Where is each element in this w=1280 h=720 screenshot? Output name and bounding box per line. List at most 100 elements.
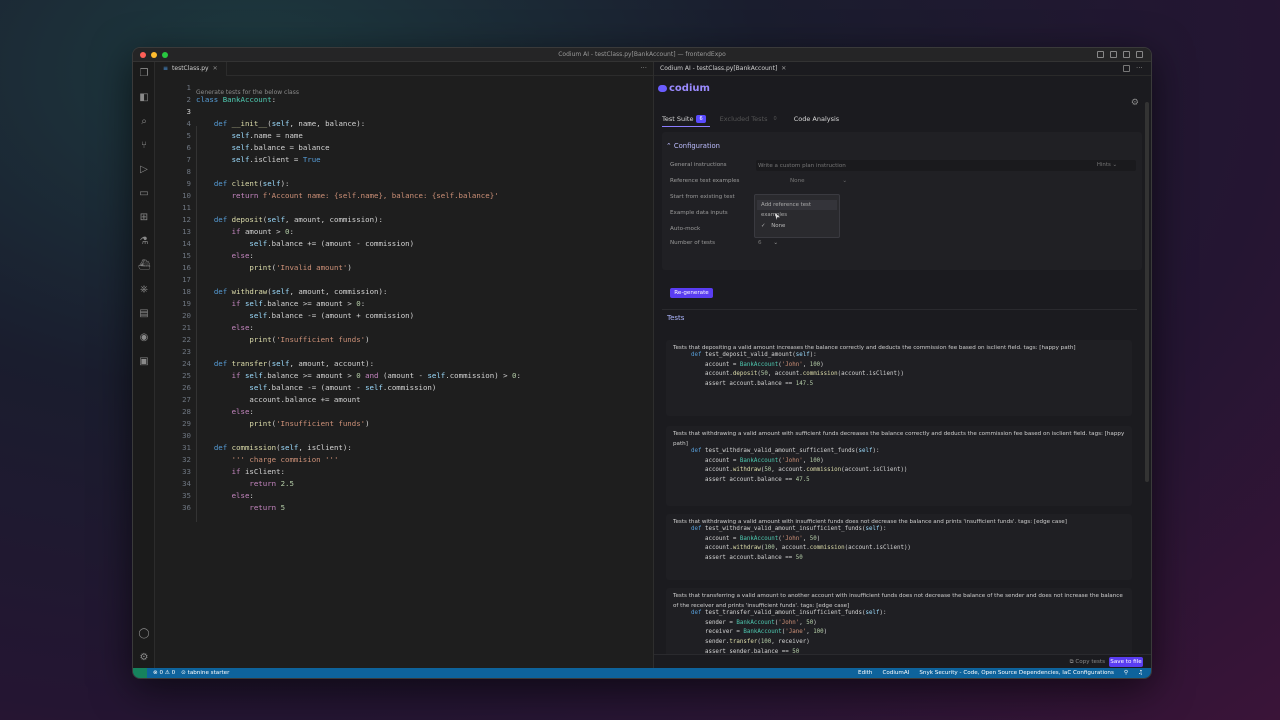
code-line[interactable]: 31 def commission(self, isClient): (155, 442, 653, 454)
code-line[interactable]: 32 ''' charge commision ''' (155, 454, 653, 466)
status-codiumai[interactable]: CodiumAI (882, 670, 909, 676)
status-snyk[interactable]: Snyk Security - Code, Open Source Depend… (919, 670, 1114, 676)
chip-icon[interactable]: ▣ (138, 356, 150, 368)
code-line[interactable]: 2 Generate tests for the below class class… (155, 89, 653, 106)
code-line[interactable]: 6 self.balance = balance (155, 142, 653, 154)
layout-controls (1097, 51, 1143, 58)
dropdown-none-label: None (771, 223, 786, 229)
line-number: 31 (182, 443, 191, 452)
code-line[interactable]: 12 def deposit(self, amount, commission)… (155, 214, 653, 226)
customize-layout-icon[interactable] (1136, 51, 1143, 58)
code-line[interactable]: 26 self.balance -= (amount - self.commis… (155, 382, 653, 394)
python-file-icon: ≡ (163, 65, 169, 72)
code-text: if self.balance >= amount > 0 and (amoun… (231, 371, 521, 380)
code-line[interactable]: 20 self.balance -= (amount + commission) (155, 310, 653, 322)
code-line[interactable]: 29 print('Insufficient funds') (155, 418, 653, 430)
code-line[interactable]: 30 (155, 430, 653, 442)
dropdown-add-reference[interactable]: Add reference test examples (757, 200, 837, 218)
tabnine-status[interactable]: ⊙ tabnine starter (181, 670, 229, 676)
notebook-icon[interactable]: ▤ (138, 308, 150, 320)
docker-icon[interactable]: ⛴ (138, 260, 151, 272)
testing-icon[interactable]: ⚗ (138, 236, 150, 248)
code-line[interactable]: 17 (155, 274, 653, 286)
tab-code-analysis[interactable]: Code Analysis (794, 115, 840, 123)
tab-excluded-tests[interactable]: Excluded Tests 0 (720, 115, 780, 123)
toggle-sidebar-icon[interactable] (1097, 51, 1104, 58)
panel-more-icon[interactable]: ··· (1136, 65, 1143, 72)
code-line[interactable]: 9 def client(self): (155, 178, 653, 190)
code-line[interactable]: 21 else: (155, 322, 653, 334)
code-line[interactable]: 8 (155, 166, 653, 178)
test-code-line: account = BankAccount('John', 100) (691, 457, 824, 464)
close-panel-tab-icon[interactable]: ✕ (781, 65, 786, 72)
dropdown-none-option[interactable]: ✓ None (761, 223, 785, 229)
extensions-icon[interactable]: ⊞ (138, 212, 150, 224)
code-line[interactable]: 7 self.isClient = True (155, 154, 653, 166)
code-line[interactable]: 34 return 2.5 (155, 478, 653, 490)
problems-count[interactable]: ⊗ 0 ⚠ 0 (153, 670, 175, 676)
code-line[interactable]: 22 print('Insufficient funds') (155, 334, 653, 346)
code-line[interactable]: 15 else: (155, 250, 653, 262)
window-title: Codium AI - testClass.py[BankAccount] — … (558, 51, 726, 58)
panel-scrollbar[interactable] (1145, 102, 1149, 482)
broadcast-icon[interactable]: ⚲ (1124, 670, 1128, 676)
code-line[interactable]: 5 self.name = name (155, 130, 653, 142)
kubernetes-icon[interactable]: ⎈ (138, 284, 150, 296)
code-line[interactable]: 14 self.balance += (amount - commission) (155, 238, 653, 250)
test-card[interactable]: Tests that withdrawing a valid amount wi… (666, 426, 1132, 506)
tab-testclass-py[interactable]: ≡ testClass.py ✕ (155, 61, 227, 76)
configuration-toggle[interactable]: ⌃ Configuration (666, 142, 720, 150)
regenerate-button[interactable]: Re-generate (670, 288, 713, 298)
remote-explorer-icon[interactable]: ▭ (138, 188, 150, 200)
code-line[interactable]: 27 account.balance += amount (155, 394, 653, 406)
save-to-file-button[interactable]: Save to file (1109, 657, 1143, 667)
code-line[interactable]: 3 (155, 106, 653, 118)
line-number: 3 (186, 107, 191, 116)
code-line[interactable]: 24 def transfer(self, amount, account): (155, 358, 653, 370)
code-line[interactable]: 19 if self.balance >= amount > 0: (155, 298, 653, 310)
more-actions-icon[interactable]: ··· (640, 64, 647, 72)
explorer-icon[interactable]: ❐ (138, 68, 150, 80)
reference-test-select[interactable]: None ⌄ (790, 178, 847, 184)
code-line[interactable]: 25 if self.balance >= amount > 0 and (am… (155, 370, 653, 382)
close-tab-icon[interactable]: ✕ (213, 65, 218, 72)
remote-indicator-icon[interactable] (133, 668, 147, 678)
copy-tests-button[interactable]: ⧉ Copy tests (1070, 659, 1105, 666)
code-line[interactable]: 10 return f'Account name: {self.name}, b… (155, 190, 653, 202)
source-control-icon[interactable]: ⑂ (138, 140, 150, 152)
split-editor-icon[interactable] (1123, 65, 1130, 72)
line-number: 9 (186, 179, 191, 188)
code-line[interactable]: 11 (155, 202, 653, 214)
code-line[interactable]: 35 else: (155, 490, 653, 502)
test-card[interactable]: Tests that withdrawing a valid amount wi… (666, 514, 1132, 580)
code-line[interactable]: 33 if isClient: (155, 466, 653, 478)
bell-icon[interactable]: ♫ (1138, 670, 1143, 676)
tabnine-icon[interactable]: ◉ (138, 332, 150, 344)
test-card[interactable]: Tests that depositing a valid amount inc… (666, 340, 1132, 416)
code-line[interactable]: 13 if amount > 0: (155, 226, 653, 238)
code-line[interactable]: 16 print('Invalid amount') (155, 262, 653, 274)
code-line[interactable]: 18 def withdraw(self, amount, commission… (155, 286, 653, 298)
line-number: 8 (186, 167, 191, 176)
codium-icon[interactable]: ◧ (138, 92, 150, 104)
tab-test-suite[interactable]: Test Suite 6 (662, 115, 706, 123)
toggle-secondary-sidebar-icon[interactable] (1123, 51, 1130, 58)
manage-gear-icon[interactable]: ⚙ (138, 652, 150, 664)
code-line[interactable]: 23 (155, 346, 653, 358)
code-line[interactable]: 28 else: (155, 406, 653, 418)
search-icon[interactable]: ⌕ (138, 116, 150, 128)
code-line[interactable]: 4 def __init__(self, name, balance): (155, 118, 653, 130)
line-number: 20 (182, 311, 191, 320)
hints-dropdown[interactable]: Hints ⌄ (1097, 162, 1117, 168)
number-of-tests-select[interactable]: 6 ⌄ (758, 240, 778, 246)
settings-gear-icon[interactable]: ⚙ (1131, 98, 1139, 108)
code-text: def client(self): (213, 179, 290, 188)
toggle-panel-icon[interactable] (1110, 51, 1117, 58)
code-area[interactable]: 1 2 Generate tests for the below class clas… (155, 78, 653, 668)
run-debug-icon[interactable]: ▷ (138, 164, 150, 176)
code-line[interactable]: 36 return 5 (155, 502, 653, 514)
account-icon[interactable]: ◯ (138, 628, 150, 640)
codium-logo: codium (658, 83, 710, 94)
tab-codium-ai[interactable]: Codium AI - testClass.py[BankAccount] ✕ (654, 65, 786, 72)
status-edith[interactable]: Edith (858, 670, 872, 676)
